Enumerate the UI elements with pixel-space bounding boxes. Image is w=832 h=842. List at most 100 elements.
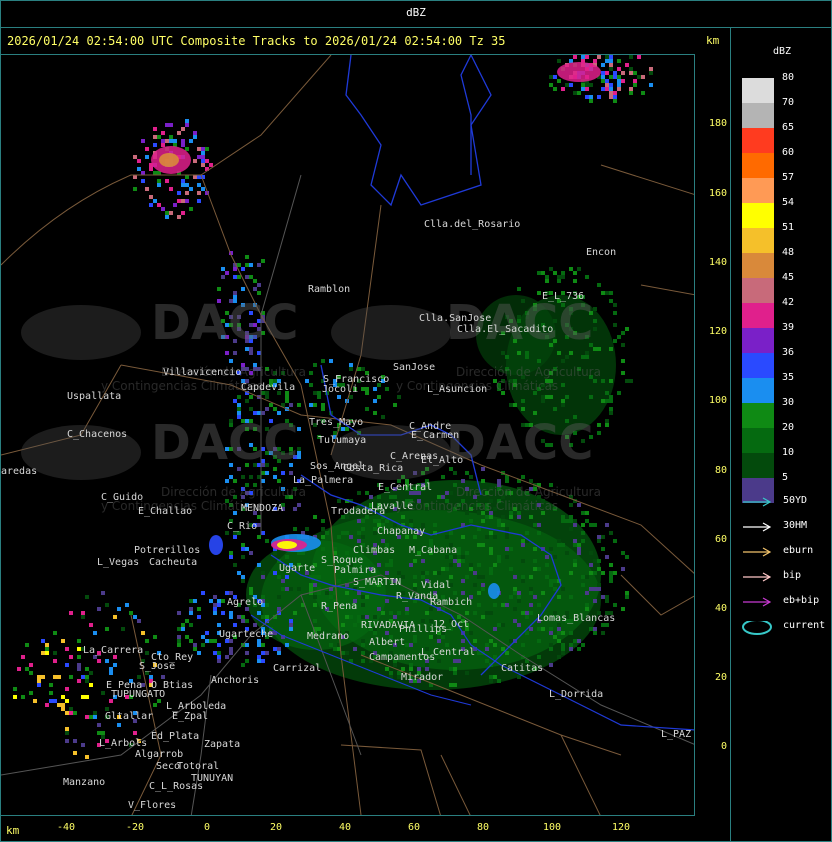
echo-pixel — [553, 407, 557, 411]
echo-pixel — [517, 351, 521, 355]
echo-pixel — [385, 563, 389, 567]
echo-pixel — [193, 131, 197, 135]
echo-pixel — [237, 395, 241, 399]
echo-pixel — [361, 367, 365, 371]
echo-pixel — [617, 391, 621, 395]
echo-pixel — [569, 515, 573, 519]
echo-pixel — [609, 399, 613, 403]
echo-pixel — [145, 651, 149, 655]
echo-pixel — [65, 687, 69, 691]
echo-pixel — [493, 627, 497, 631]
echo-pixel — [601, 399, 605, 403]
echo-pixel — [237, 615, 241, 619]
legend-swatch — [742, 153, 774, 178]
echo-pixel — [221, 275, 225, 279]
echo-pixel — [409, 643, 413, 647]
echo-pixel — [449, 563, 453, 567]
echo-pixel — [85, 595, 89, 599]
echo-pixel — [21, 695, 25, 699]
echo-pixel — [465, 575, 469, 579]
echo-pixel — [189, 623, 193, 627]
echo-pixel — [377, 519, 381, 523]
echo-pixel — [401, 575, 405, 579]
echo-pixel — [193, 647, 197, 651]
echo-pixel — [605, 291, 609, 295]
y-tick-label: 0 — [720, 741, 727, 752]
echo-pixel — [233, 563, 237, 567]
echo-pixel — [221, 599, 225, 603]
echo-pixel — [177, 627, 181, 631]
echo-pixel — [597, 55, 601, 59]
echo-pixel — [361, 659, 365, 663]
echo-pixel — [381, 611, 385, 615]
echo-pixel — [309, 371, 313, 375]
echo-pixel — [625, 591, 629, 595]
echo-pixel — [489, 571, 493, 575]
echo-pixel — [329, 595, 333, 599]
echo-pixel — [193, 643, 197, 647]
echo-pixel — [577, 639, 581, 643]
place-label: Ramblon — [308, 284, 351, 295]
echo-pixel — [245, 399, 249, 403]
echo-pixel — [613, 311, 617, 315]
echo-pixel — [585, 575, 589, 579]
echo-pixel — [225, 351, 229, 355]
echo-pixel — [613, 75, 617, 79]
echo-pixel — [361, 595, 365, 599]
echo-pixel — [285, 395, 289, 399]
echo-pixel — [573, 523, 577, 527]
echo-pixel — [589, 523, 593, 527]
echo-pixel — [453, 683, 457, 687]
echo-pixel — [573, 91, 577, 95]
echo-pixel — [353, 623, 357, 627]
echo-pixel — [541, 395, 545, 399]
echo-pixel — [197, 147, 201, 151]
echo-pixel — [389, 495, 393, 499]
legend-value-label: 54 — [782, 197, 795, 208]
watermark-line: Dirección de Agricultura — [456, 485, 601, 499]
echo-pixel — [573, 519, 577, 523]
echo-pixel — [233, 351, 237, 355]
echo-pixel — [217, 599, 221, 603]
echo-pixel — [365, 407, 369, 411]
echo-pixel — [241, 543, 245, 547]
echo-pixel — [565, 395, 569, 399]
radar-map[interactable]: DACC Dirección de Agricultura y Contingenc… — [0, 54, 695, 816]
echo-pixel — [261, 471, 265, 475]
x-tick-label: 20 — [269, 822, 283, 833]
echo-pixel — [85, 675, 89, 679]
echo-pixel — [297, 587, 301, 591]
echo-pixel — [533, 547, 537, 551]
echo-pixel — [605, 595, 609, 599]
echo-pixel — [261, 651, 265, 655]
echo-pixel — [293, 507, 297, 511]
echo-pixel — [485, 659, 489, 663]
echo-pixel — [81, 675, 85, 679]
echo-pixel — [501, 515, 505, 519]
echo-pixel — [573, 563, 577, 567]
echo-pixel — [153, 635, 157, 639]
echo-pixel — [493, 603, 497, 607]
product-subtitle: 2026/01/24 02:54:00 UTC Composite Tracks… — [7, 34, 506, 48]
echo-pixel — [649, 67, 653, 71]
place-label: Medrano — [307, 631, 350, 642]
arrow-icon — [743, 547, 772, 557]
echo-pixel — [461, 579, 465, 583]
echo-pixel — [105, 659, 109, 663]
echo-pixel — [165, 139, 169, 143]
echo-pixel — [481, 587, 485, 591]
echo-pixel — [337, 535, 341, 539]
echo-pixel — [553, 87, 557, 91]
echo-pixel — [545, 555, 549, 559]
echo-pixel — [261, 479, 265, 483]
track-legend-label: eb+bip — [783, 595, 820, 606]
echo-pixel — [501, 523, 505, 527]
legend-swatch — [742, 228, 774, 253]
legend-swatch — [742, 378, 774, 403]
echo-pixel — [389, 563, 393, 567]
echo-pixel — [381, 415, 385, 419]
echo-pixel — [629, 55, 633, 59]
echo-pixel — [249, 475, 253, 479]
echo-pixel — [85, 679, 89, 683]
echo-pixel — [469, 567, 473, 571]
